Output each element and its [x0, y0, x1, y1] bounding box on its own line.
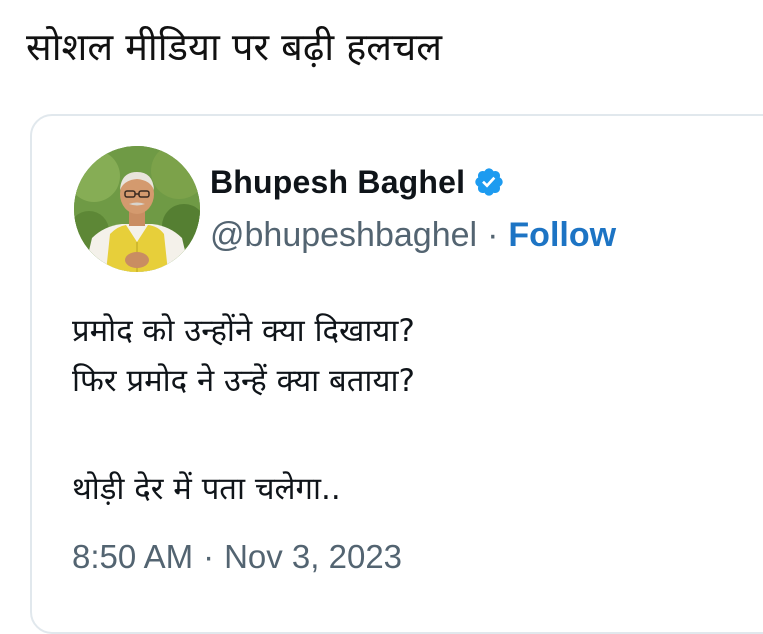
tweet-text: प्रमोद को उन्होंने क्या दिखाया? फिर प्रम… — [72, 306, 415, 514]
tweet-date: Nov 3, 2023 — [224, 538, 403, 575]
author-display-name[interactable]: Bhupesh Baghel — [210, 164, 465, 201]
tweet-text-line: प्रमोद को उन्होंने क्या दिखाया? — [72, 313, 415, 349]
author-handle[interactable]: @bhupeshbaghel — [210, 216, 477, 255]
tweet-text-line: थोड़ी देर में पता चलेगा.. — [72, 471, 341, 507]
profile-photo — [74, 146, 200, 272]
avatar[interactable] — [74, 146, 200, 272]
separator-dot: · — [487, 215, 499, 254]
follow-button[interactable]: Follow — [508, 216, 616, 255]
verified-badge-icon — [473, 166, 505, 198]
author-name-row: Bhupesh Baghel — [210, 158, 505, 206]
tweet-time: 8:50 AM — [72, 538, 194, 575]
author-handle-row: @bhupeshbaghel · Follow — [210, 212, 616, 258]
page-headline: सोशल मीडिया पर बढ़ी हलचल — [26, 25, 442, 69]
tweet-text-line: फिर प्रमोद ने उन्हें क्या बताया? — [72, 363, 415, 399]
separator-dot: · — [203, 538, 215, 575]
tweet-timestamp[interactable]: 8:50 AM · Nov 3, 2023 — [72, 534, 402, 580]
